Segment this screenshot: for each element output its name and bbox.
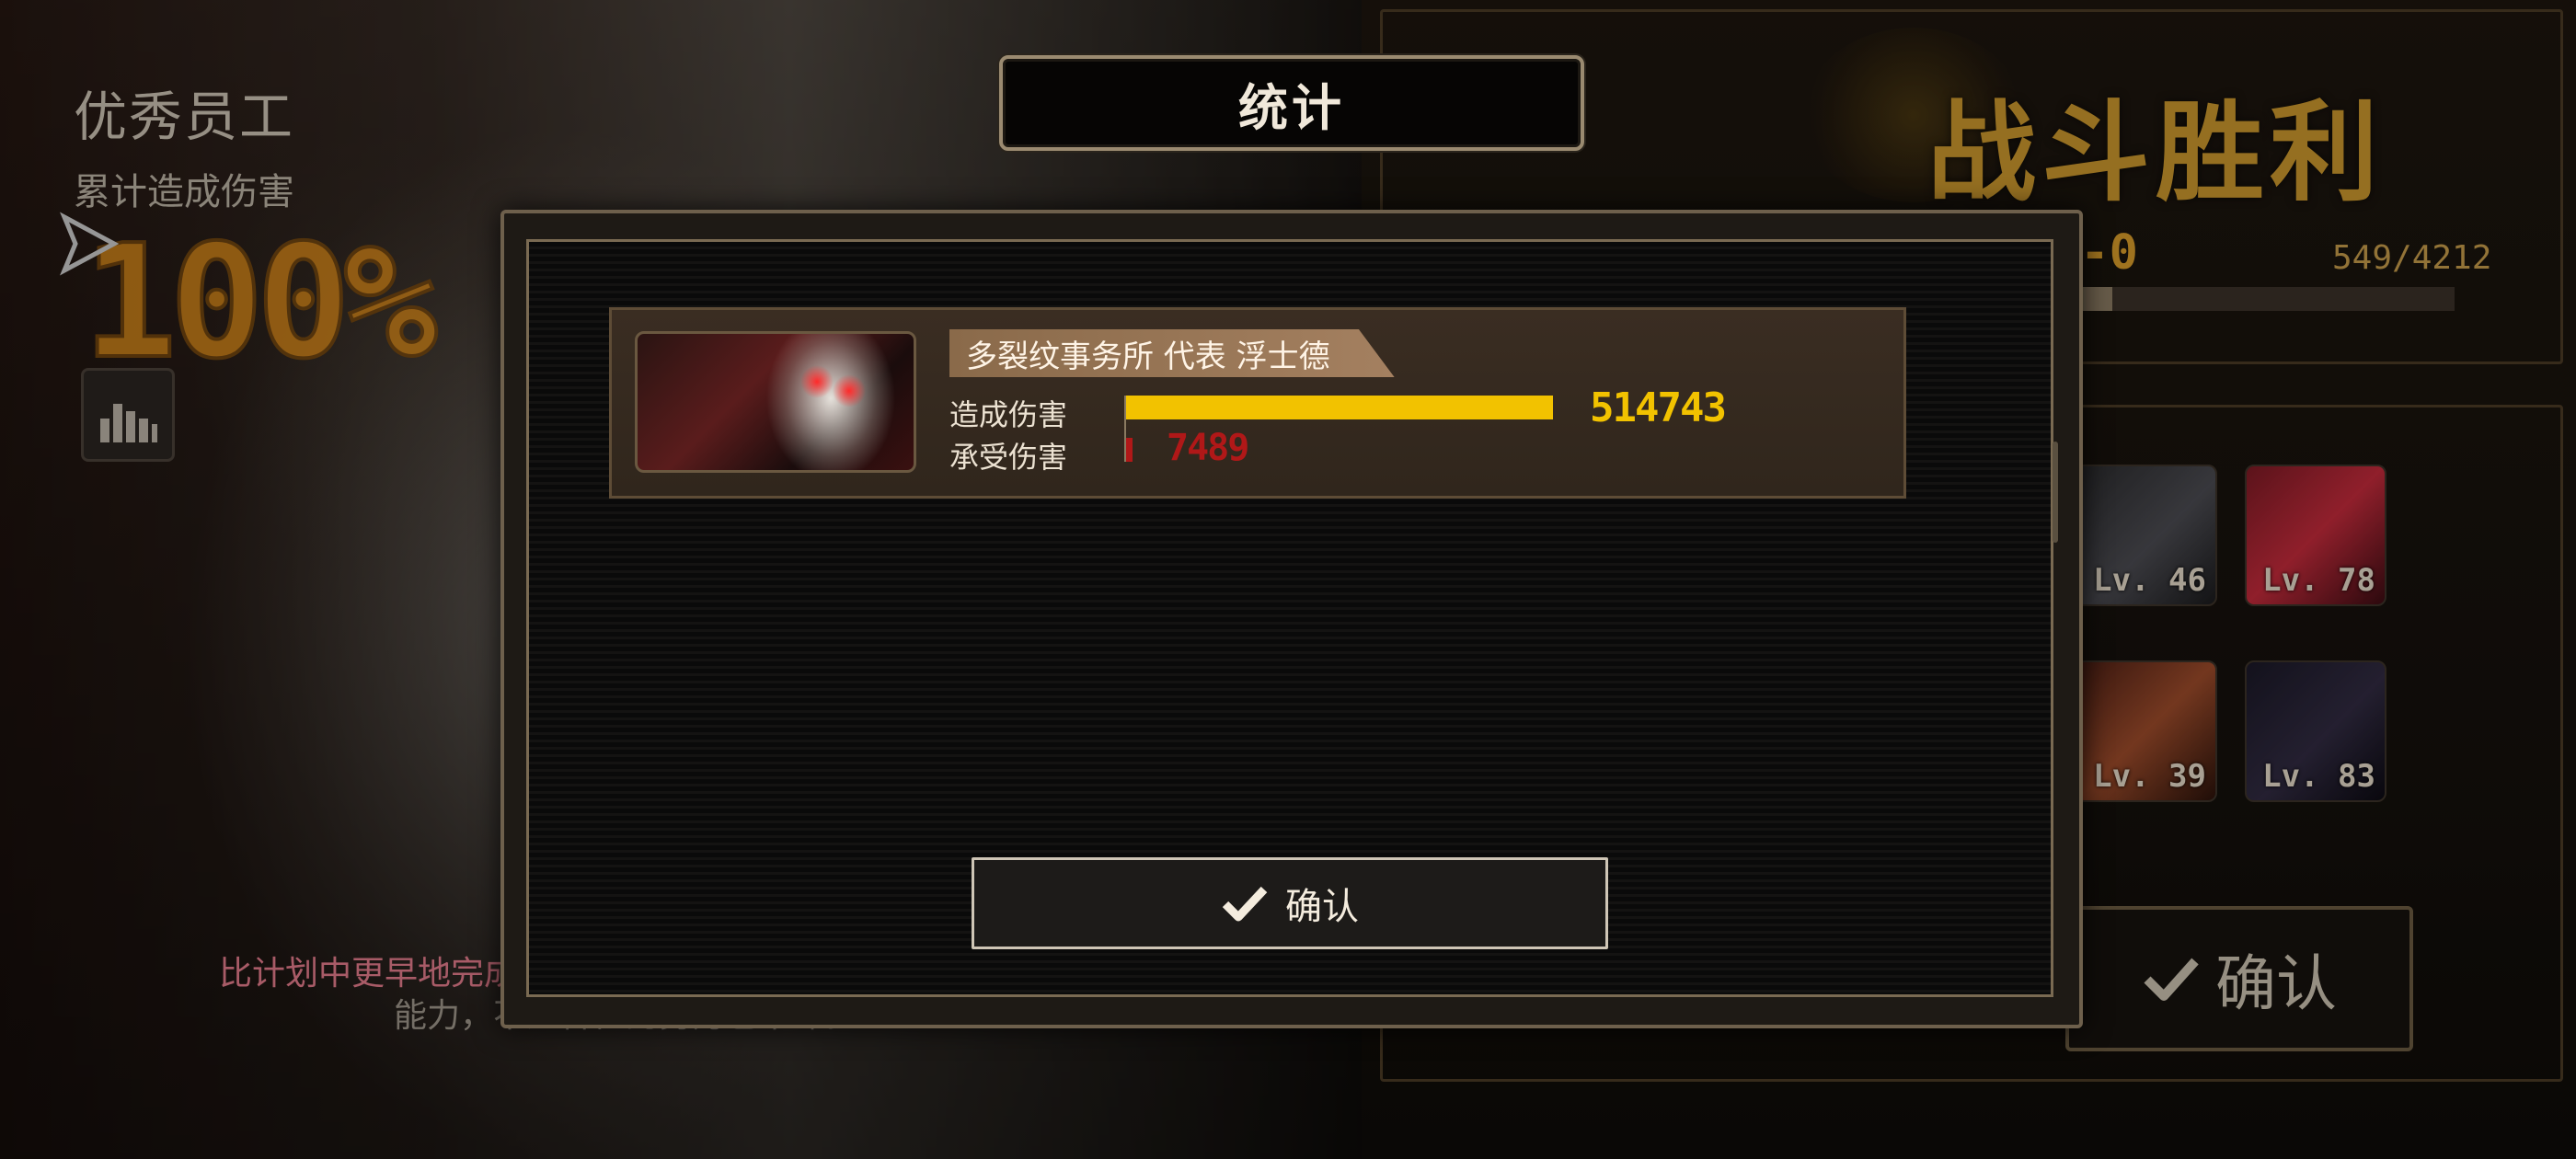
damage-taken-label: 承受伤害	[949, 440, 1068, 475]
damage-dealt-bar	[1126, 396, 1553, 419]
scrollbar[interactable]	[2053, 442, 2058, 543]
damage-taken-value: 7489	[1167, 427, 1249, 469]
confirm-label: 确认	[1285, 886, 1359, 928]
character-portrait	[635, 331, 916, 473]
dialog-title: 统计	[1238, 78, 1345, 137]
damage-taken-bar	[1126, 438, 1133, 462]
character-name-tag: 多裂纹事务所 代表 浮士德	[949, 329, 1395, 377]
confirm-button[interactable]: 确认	[972, 857, 1608, 949]
dialog-title-box: 统计	[999, 55, 1584, 151]
character-name: 多裂纹事务所 代表 浮士德	[966, 338, 1330, 375]
damage-dealt-value: 514743	[1590, 384, 1727, 431]
check-icon	[1222, 886, 1268, 922]
damage-dealt-label: 造成伤害	[949, 397, 1068, 432]
